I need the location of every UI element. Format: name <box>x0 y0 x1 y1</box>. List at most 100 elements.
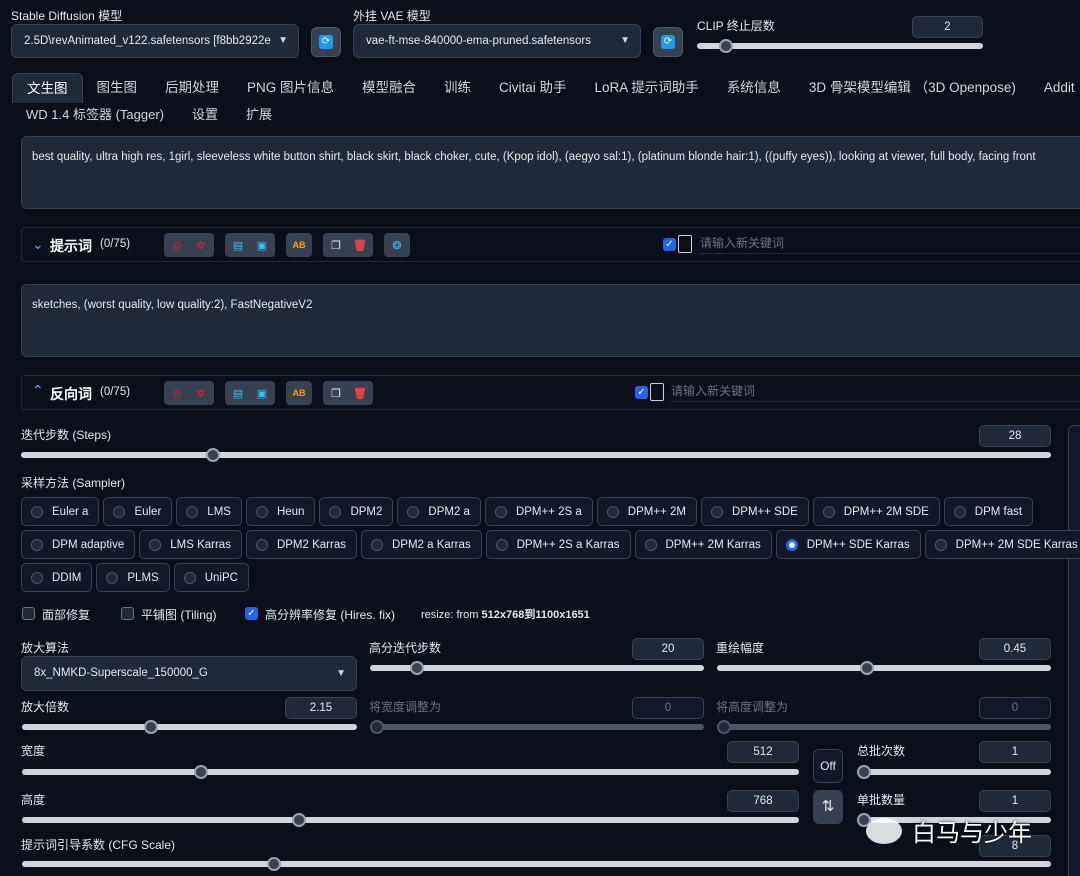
steps-value[interactable]: 28 <box>979 425 1051 447</box>
sampler-option[interactable]: DPM++ 2S a <box>484 497 593 526</box>
sampler-option[interactable]: DDIM <box>21 563 93 592</box>
batch-count-slider[interactable] <box>856 765 1051 779</box>
resize-h-value[interactable]: 0 <box>979 697 1051 719</box>
globe-icon[interactable]: ◎ <box>168 236 186 254</box>
sampler-option[interactable]: DPM2 <box>319 497 394 526</box>
width-value[interactable]: 512 <box>727 741 799 763</box>
slider-thumb[interactable] <box>267 857 282 871</box>
abc-icon[interactable]: AB <box>290 236 308 254</box>
sampler-option[interactable]: DPM adaptive <box>21 530 136 559</box>
sampler-option[interactable]: DPM++ 2M SDE Karras <box>924 530 1080 559</box>
sampler-option[interactable]: DPM++ SDE <box>700 497 809 526</box>
sampler-option[interactable]: DPM++ 2M SDE <box>812 497 940 526</box>
cfg-slider[interactable] <box>22 857 1051 871</box>
resize-w-value[interactable]: 0 <box>632 697 704 719</box>
sampler-option[interactable]: PLMS <box>96 563 170 592</box>
refresh-vae-button[interactable]: ⟳ <box>653 27 683 57</box>
sampler-option[interactable]: UniPC <box>173 563 249 592</box>
tab-2[interactable]: 后期处理 <box>151 73 233 103</box>
tab-7[interactable]: LoRA 提示词助手 <box>581 73 713 103</box>
prompt-textarea[interactable]: best quality, ultra high res, 1girl, sle… <box>21 136 1080 209</box>
height-slider[interactable] <box>22 813 799 827</box>
sampler-option[interactable]: DPM++ 2M <box>596 497 697 526</box>
trash-icon[interactable]: 🗑 <box>351 384 369 402</box>
sampler-option[interactable]: DPM++ 2M Karras <box>634 530 772 559</box>
copy-icon[interactable]: ❐ <box>327 236 345 254</box>
clip-value[interactable]: 2 <box>912 16 983 38</box>
tab-5[interactable]: 训练 <box>430 73 485 103</box>
clip-slider[interactable] <box>697 39 983 53</box>
sampler-option[interactable]: DPM2 a <box>397 497 481 526</box>
denoise-slider[interactable] <box>717 661 1051 675</box>
slider-thumb[interactable] <box>292 813 307 827</box>
document-icon[interactable]: ▤ <box>229 236 247 254</box>
width-slider[interactable] <box>22 765 799 779</box>
tab-6[interactable]: Civitai 助手 <box>485 73 581 103</box>
negative-textarea[interactable]: sketches, (worst quality, low quality:2)… <box>21 284 1080 357</box>
hires-checkbox[interactable]: ✓ <box>245 607 258 620</box>
keyword-checkbox[interactable]: ✓ <box>635 386 648 399</box>
sampler-option[interactable]: LMS <box>176 497 242 526</box>
height-value[interactable]: 768 <box>727 790 799 812</box>
slider-thumb[interactable] <box>856 765 871 779</box>
tab-4[interactable]: 模型融合 <box>348 73 430 103</box>
sampler-option[interactable]: LMS Karras <box>139 530 242 559</box>
sampler-option[interactable]: Euler a <box>21 497 100 526</box>
document-icon[interactable]: ▤ <box>229 384 247 402</box>
tab2-0[interactable]: WD 1.4 标签器 (Tagger) <box>12 103 178 127</box>
abc-icon[interactable]: AB <box>290 384 308 402</box>
tiling-checkbox[interactable] <box>121 607 134 620</box>
keyword-search-input[interactable]: 请输入新关键词 <box>671 380 1080 402</box>
gear-icon[interactable]: ✲ <box>192 236 210 254</box>
globe-icon[interactable]: ◎ <box>168 384 186 402</box>
model-dropdown[interactable]: 2.5D\revAnimated_v122.safetensors [f8bb2… <box>11 24 299 58</box>
vae-dropdown[interactable]: vae-ft-mse-840000-ema-pruned.safetensors… <box>353 24 641 58</box>
slider-thumb[interactable] <box>369 720 384 734</box>
sampler-option[interactable]: DPM++ 2S a Karras <box>485 530 631 559</box>
sampler-option[interactable]: DPM2 a Karras <box>360 530 482 559</box>
keyword-checkbox[interactable]: ✓ <box>663 238 676 251</box>
gear-icon[interactable]: ✲ <box>192 384 210 402</box>
resize-h-slider[interactable] <box>716 720 1051 734</box>
tab2-2[interactable]: 扩展 <box>232 103 286 127</box>
upscaler-dropdown[interactable]: 8x_NMKD-Superscale_150000_G ▼ <box>21 656 357 691</box>
hires-steps-slider[interactable] <box>370 661 704 675</box>
swap-dimensions-button[interactable]: ⇅ <box>813 790 843 824</box>
scale-value[interactable]: 2.15 <box>285 697 357 719</box>
collapse-down-icon[interactable]: ⌃ <box>32 382 44 399</box>
steps-slider[interactable] <box>21 448 1051 462</box>
resize-w-slider[interactable] <box>369 720 704 734</box>
slider-thumb[interactable] <box>205 448 220 462</box>
slider-thumb[interactable] <box>143 720 158 734</box>
tab-3[interactable]: PNG 图片信息 <box>233 73 348 103</box>
trash-icon[interactable]: 🗑 <box>351 236 369 254</box>
bookmark-icon[interactable]: ▣ <box>253 236 271 254</box>
denoise-value[interactable]: 0.45 <box>979 638 1051 660</box>
sampler-option[interactable]: Euler <box>103 497 173 526</box>
batch-count-value[interactable]: 1 <box>979 741 1051 763</box>
tab-10[interactable]: Addit <box>1030 73 1080 103</box>
hires-steps-value[interactable]: 20 <box>632 638 704 660</box>
batch-size-value[interactable]: 1 <box>979 790 1051 812</box>
slider-thumb[interactable] <box>860 661 875 675</box>
tab2-1[interactable]: 设置 <box>178 103 232 127</box>
sampler-option[interactable]: Heun <box>245 497 316 526</box>
slider-thumb[interactable] <box>718 39 733 53</box>
tab-1[interactable]: 图生图 <box>83 73 152 103</box>
collapse-up-icon[interactable]: ⌄ <box>32 236 44 253</box>
slider-thumb[interactable] <box>409 661 424 675</box>
tab-8[interactable]: 系统信息 <box>713 73 795 103</box>
face-restore-checkbox[interactable] <box>22 607 35 620</box>
slider-thumb[interactable] <box>193 765 208 779</box>
slider-thumb[interactable] <box>716 720 731 734</box>
refresh-model-button[interactable]: ⟳ <box>311 27 341 57</box>
sampler-option[interactable]: DPM fast <box>943 497 1034 526</box>
keyword-search-input[interactable]: 请输入新关键词 <box>700 232 1080 254</box>
sampler-option[interactable]: DPM++ SDE Karras <box>775 530 921 559</box>
scale-slider[interactable] <box>22 720 357 734</box>
bookmark-icon[interactable]: ▣ <box>253 384 271 402</box>
sampler-option[interactable]: DPM2 Karras <box>245 530 357 559</box>
off-button[interactable]: Off <box>813 749 843 783</box>
tab-0[interactable]: 文生图 <box>12 73 83 103</box>
tab-9[interactable]: 3D 骨架模型编辑 （3D Openpose) <box>795 73 1030 103</box>
